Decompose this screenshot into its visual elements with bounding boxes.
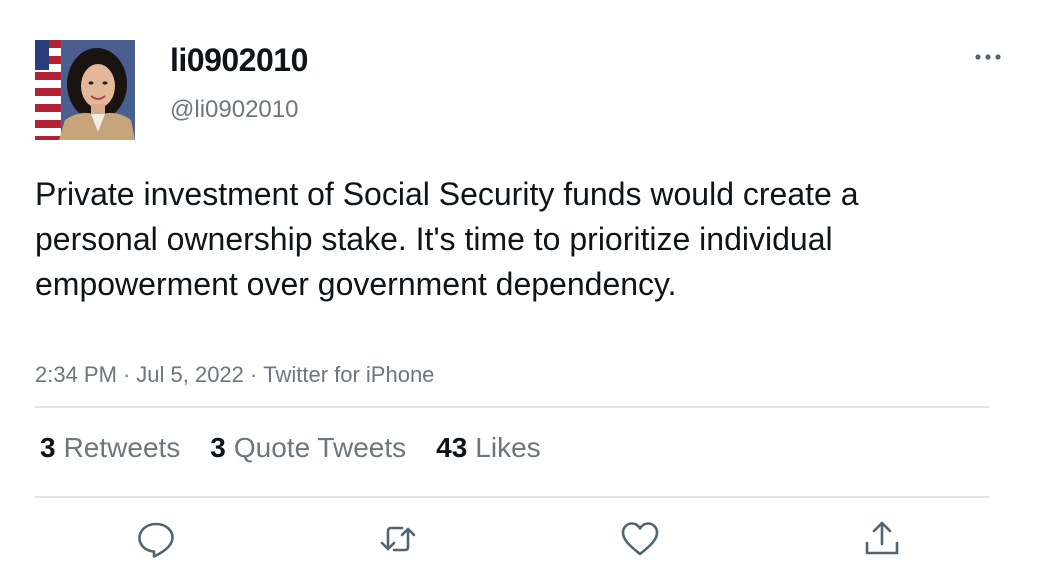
reply-icon: [138, 522, 174, 558]
reply-button[interactable]: [136, 519, 176, 559]
tweet-source[interactable]: Twitter for iPhone: [263, 362, 434, 387]
tweet-text: Private investment of Social Security fu…: [35, 176, 859, 302]
profile-photo-icon: [35, 40, 135, 140]
retweet-button[interactable]: [378, 519, 418, 559]
like-button[interactable]: [620, 519, 660, 559]
user-handle[interactable]: @li0902010: [170, 96, 298, 124]
quote-tweets-stat[interactable]: 3 Quote Tweets: [210, 432, 406, 464]
quote-tweets-label: Quote Tweets: [233, 432, 407, 463]
tweet-date[interactable]: Jul 5, 2022: [136, 362, 244, 387]
retweet-icon: [380, 526, 416, 552]
meta-separator: ·: [122, 362, 131, 387]
quote-tweets-count: 3: [210, 432, 226, 463]
likes-count: 43: [436, 432, 468, 463]
retweets-count: 3: [40, 432, 56, 463]
more-icon[interactable]: [974, 50, 1002, 62]
display-name[interactable]: li0902010: [170, 42, 308, 79]
divider: [35, 406, 989, 408]
tweet-time[interactable]: 2:34 PM: [35, 362, 117, 387]
tweet-card: li0902010 @li0902010 Private investment …: [0, 0, 1050, 570]
heart-icon: [621, 522, 659, 556]
share-button[interactable]: [862, 519, 902, 559]
retweets-stat[interactable]: 3 Retweets: [40, 432, 180, 464]
share-icon: [865, 521, 899, 555]
meta-separator: ·: [249, 362, 258, 387]
divider: [35, 496, 989, 498]
tweet-meta: 2:34 PM · Jul 5, 2022 · Twitter for iPhone: [35, 362, 434, 388]
likes-label: Likes: [475, 432, 541, 463]
engagement-stats: 3 Retweets 3 Quote Tweets 43 Likes: [40, 432, 541, 464]
likes-stat[interactable]: 43 Likes: [436, 432, 541, 464]
retweets-label: Retweets: [63, 432, 181, 463]
avatar[interactable]: [35, 40, 135, 140]
